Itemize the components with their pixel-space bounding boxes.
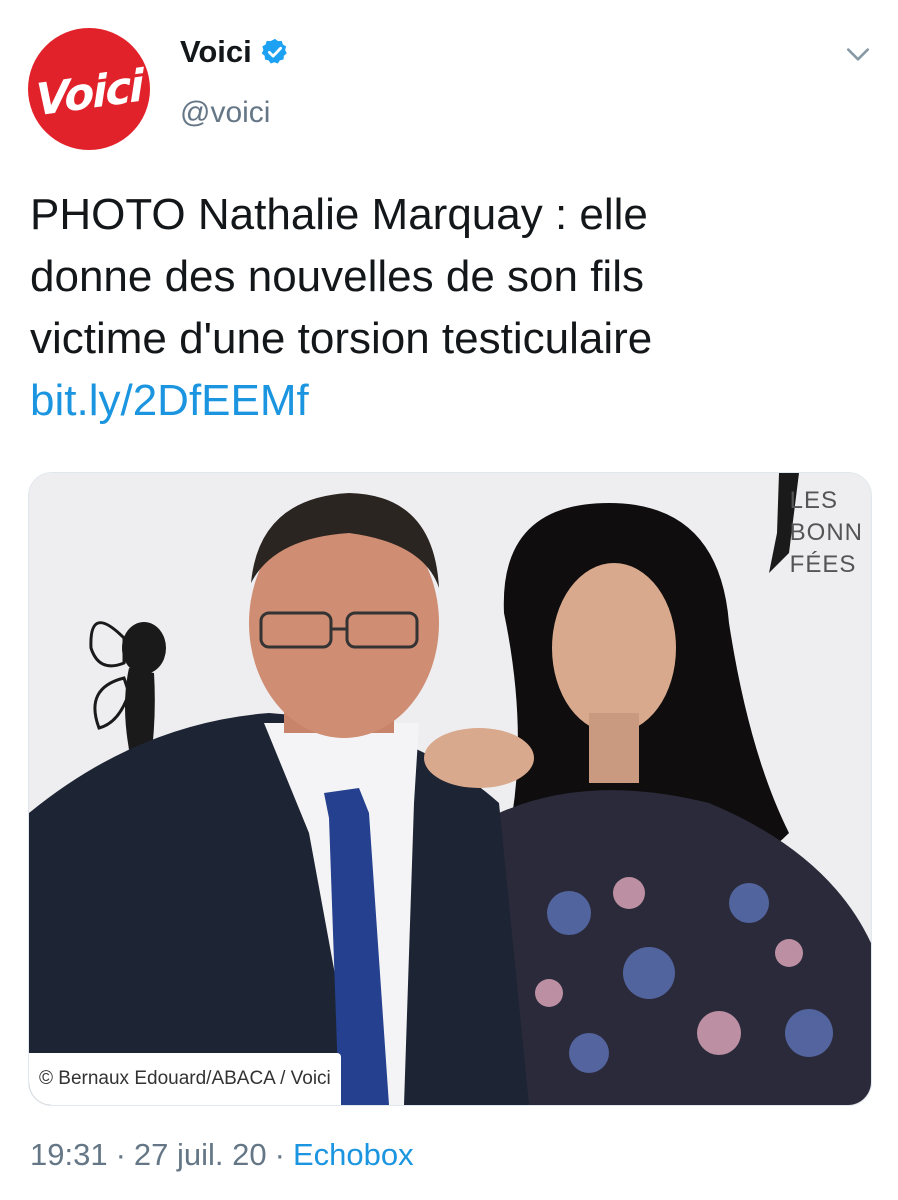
- backdrop-line: LES: [789, 487, 839, 514]
- tweet-line: PHOTO Nathalie Marquay : elle: [30, 190, 648, 239]
- tweet-source-link[interactable]: Echobox: [293, 1137, 414, 1173]
- tweet-line: donne des nouvelles de son fils: [30, 252, 644, 301]
- tweet-link[interactable]: bit.ly/2DfEEMf: [30, 370, 870, 432]
- display-name[interactable]: Voici: [180, 34, 252, 70]
- chevron-down-icon[interactable]: [845, 42, 871, 68]
- tweet-date[interactable]: 27 juil. 20: [134, 1137, 267, 1173]
- meta-separator: ·: [274, 1137, 285, 1172]
- account-name-row[interactable]: Voici: [180, 34, 290, 70]
- tweet-line: victime d'une torsion testiculaire: [30, 314, 653, 363]
- avatar[interactable]: Voici: [28, 28, 150, 150]
- handle[interactable]: @voici: [180, 96, 270, 130]
- tweet-photo[interactable]: LES BONN FÉES © Bernaux Edouard/ABACA / …: [28, 472, 872, 1106]
- tweet-text: PHOTO Nathalie Marquay : elle donne des …: [30, 184, 870, 432]
- backdrop-logo-text: LES BONN FÉES: [790, 485, 863, 581]
- photo-illustration: [29, 473, 871, 1105]
- tweet-meta: 19:31 · 27 juil. 20 · Echobox: [30, 1137, 414, 1173]
- tweet-time[interactable]: 19:31: [30, 1137, 108, 1173]
- avatar-logo-text: Voici: [34, 60, 144, 127]
- photo-credit: © Bernaux Edouard/ABACA / Voici: [29, 1053, 341, 1105]
- backdrop-line: BONN: [789, 519, 863, 546]
- backdrop-line: FÉES: [789, 551, 857, 578]
- meta-separator: ·: [115, 1137, 126, 1172]
- verified-badge-icon: [261, 38, 287, 64]
